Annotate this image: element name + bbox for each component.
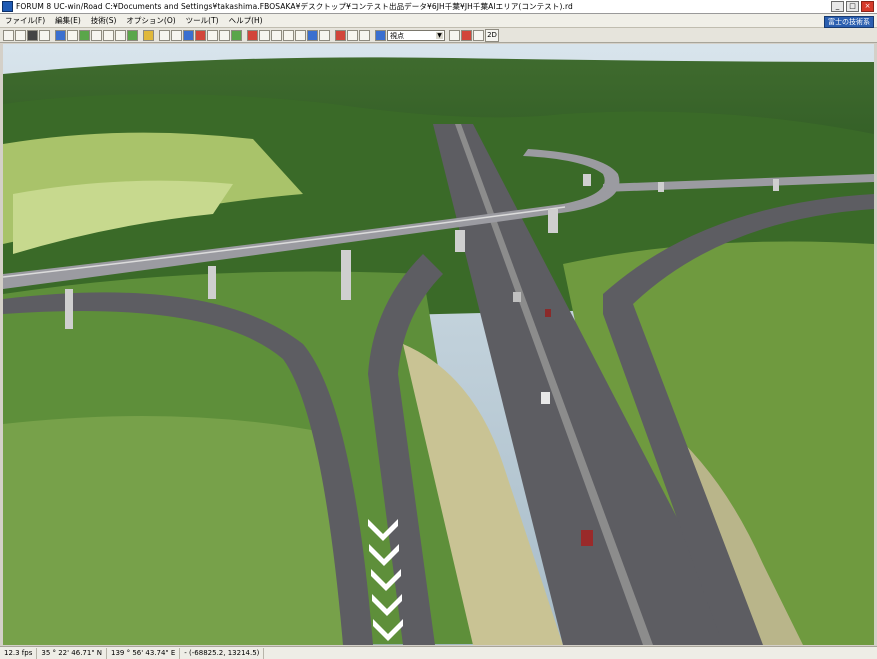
texture-icon[interactable] xyxy=(207,29,218,41)
globe-icon[interactable] xyxy=(231,29,242,41)
bookmark-icon[interactable] xyxy=(449,29,460,41)
menu-help[interactable]: ヘルプ(H) xyxy=(224,15,268,26)
navigate-icon[interactable] xyxy=(259,29,270,41)
menu-edit[interactable]: 編集(E) xyxy=(50,15,86,26)
print-icon[interactable] xyxy=(39,29,50,41)
help-circle-icon[interactable] xyxy=(307,29,318,41)
signal-icon[interactable] xyxy=(195,29,206,41)
zoom-icon[interactable] xyxy=(295,29,306,41)
close-button[interactable]: × xyxy=(861,1,874,12)
menu-options[interactable]: オプション(O) xyxy=(121,15,180,26)
sign-icon[interactable] xyxy=(171,29,182,41)
new-file-icon[interactable] xyxy=(3,29,14,41)
app-icon xyxy=(2,1,13,12)
pause-icon[interactable] xyxy=(335,29,346,41)
mode-2d-button[interactable]: 2D xyxy=(485,28,499,42)
menu-tech[interactable]: 技術(S) xyxy=(86,15,122,26)
record-icon[interactable] xyxy=(247,29,258,41)
intersection-icon[interactable] xyxy=(115,29,126,41)
help-badge[interactable]: 富士の技術系 xyxy=(824,16,874,28)
chevron-down-icon: ▼ xyxy=(436,31,443,39)
walk-icon[interactable] xyxy=(319,29,330,41)
road-scene-render xyxy=(3,44,874,645)
status-bar: 12.3 fps 35 ° 22' 46.71" N 139 ° 56' 43.… xyxy=(0,646,877,659)
rotate-icon[interactable] xyxy=(283,29,294,41)
grid-icon[interactable] xyxy=(473,29,484,41)
view-icon[interactable] xyxy=(375,29,386,41)
title-bar: FORUM 8 UC-win/Road C:¥Documents and Set… xyxy=(0,0,877,14)
flag-icon[interactable] xyxy=(461,29,472,41)
menu-file[interactable]: ファイル(F) xyxy=(0,15,50,26)
longitude-readout: 139 ° 56' 43.74" E xyxy=(107,647,181,659)
window-title: FORUM 8 UC-win/Road C:¥Documents and Set… xyxy=(16,2,573,11)
terrain-icon[interactable] xyxy=(79,29,90,41)
move-icon[interactable] xyxy=(271,29,282,41)
road-edit-icon[interactable] xyxy=(55,29,66,41)
view-select[interactable]: 視点 ▼ xyxy=(387,29,445,41)
cross-section-icon[interactable] xyxy=(103,29,114,41)
camera-icon[interactable] xyxy=(183,29,194,41)
maximize-button[interactable]: □ xyxy=(846,1,859,12)
car-icon[interactable] xyxy=(159,29,170,41)
menu-bar: ファイル(F) 編集(E) 技術(S) オプション(O) ツール(T) ヘルプ(… xyxy=(0,14,877,28)
light-icon[interactable] xyxy=(219,29,230,41)
save-icon[interactable] xyxy=(27,29,38,41)
toolbar: 視点 ▼ 2D xyxy=(0,28,877,43)
latitude-readout: 35 ° 22' 46.71" N xyxy=(37,647,108,659)
open-file-icon[interactable] xyxy=(15,29,26,41)
menu-tools[interactable]: ツール(T) xyxy=(181,15,224,26)
profile-icon[interactable] xyxy=(91,29,102,41)
coordinate-readout: - (-68825.2, 13214.5) xyxy=(180,647,265,659)
step-icon[interactable] xyxy=(347,29,358,41)
view-select-value: 視点 xyxy=(390,31,404,40)
model-icon[interactable] xyxy=(143,29,154,41)
plan-icon[interactable] xyxy=(67,29,78,41)
tree-icon[interactable] xyxy=(127,29,138,41)
3d-viewport[interactable] xyxy=(3,44,874,645)
stop-icon[interactable] xyxy=(359,29,370,41)
minimize-button[interactable]: _ xyxy=(831,1,844,12)
fps-readout: 12.3 fps xyxy=(0,647,38,659)
